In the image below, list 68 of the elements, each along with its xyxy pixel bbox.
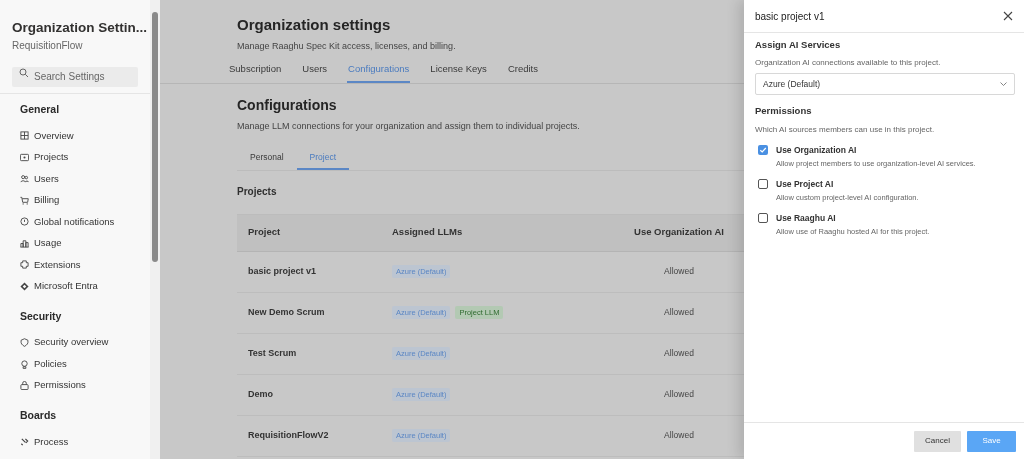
sidebar-item[interactable]: Extensions bbox=[20, 254, 130, 276]
table-cell-text: basic project v1 bbox=[247, 264, 318, 278]
section-heading: Permissions bbox=[755, 104, 813, 119]
tab[interactable]: Personal bbox=[237, 146, 297, 170]
table-title: Projects bbox=[237, 184, 278, 199]
ai-service-dropdown[interactable]: Azure (Default) bbox=[755, 73, 1015, 96]
sidebar-item[interactable]: Policies bbox=[20, 353, 130, 375]
section-heading: Security bbox=[20, 309, 63, 324]
page-title: Organization settings bbox=[237, 15, 392, 35]
tab[interactable]: Subscription bbox=[228, 57, 283, 83]
sidebar-item[interactable]: Security overview bbox=[20, 331, 130, 354]
chevron-down-icon bbox=[1000, 82, 1007, 87]
clock-icon bbox=[20, 217, 29, 227]
diamond-icon bbox=[20, 281, 29, 291]
cart-icon bbox=[20, 195, 29, 205]
people-icon bbox=[20, 174, 29, 184]
sidebar-item[interactable]: Overview bbox=[20, 125, 130, 147]
section-description: Organization AI connections available to this project. bbox=[755, 57, 942, 70]
option-label: Use Project AI bbox=[776, 177, 835, 191]
organization-name: RequisitionFlow bbox=[11, 39, 84, 54]
tab[interactable]: Users bbox=[301, 57, 329, 83]
table-cell-text: Allowed bbox=[663, 265, 695, 278]
section-title: Configurations bbox=[237, 96, 338, 115]
close-icon[interactable] bbox=[1003, 11, 1013, 21]
sidebar-title: Organization Settin... bbox=[11, 19, 148, 37]
section-subtitle: Manage LLM connections for your organization and assign them to individual projects. bbox=[237, 120, 581, 133]
checkbox[interactable] bbox=[758, 212, 768, 223]
section-heading: Boards bbox=[20, 408, 58, 424]
bar-chart-icon bbox=[20, 238, 29, 248]
monitor-icon bbox=[20, 152, 29, 162]
lightbulb-icon bbox=[20, 359, 29, 369]
option-label: Use Organization AI bbox=[776, 143, 858, 157]
page-subtitle: Manage Raaghu Spec Kit access, licenses, and billing. bbox=[237, 39, 457, 53]
section-heading: Assign AI Services bbox=[755, 38, 842, 52]
sidebar-item[interactable]: Process bbox=[20, 431, 130, 453]
sidebar-item[interactable]: Billing bbox=[20, 189, 130, 211]
tab[interactable]: License Keys bbox=[429, 57, 488, 83]
option-label: Use Raaghu AI bbox=[776, 211, 837, 225]
checkbox[interactable] bbox=[758, 178, 768, 189]
section-heading: General bbox=[20, 102, 61, 118]
scrollbar[interactable] bbox=[150, 0, 160, 459]
table-cell-text: Demo bbox=[247, 387, 274, 401]
search-icon bbox=[19, 68, 29, 79]
checkbox[interactable] bbox=[758, 144, 768, 155]
table-cell-text: Allowed bbox=[663, 347, 695, 360]
sidebar-item[interactable]: Usage bbox=[20, 232, 130, 254]
grid-icon bbox=[20, 131, 29, 141]
table-cell-text: Test Scrum bbox=[247, 346, 298, 360]
table-cell-text: Allowed bbox=[663, 429, 695, 442]
column-header: Use Organization AI bbox=[633, 225, 725, 240]
sidebar-item[interactable]: Permissions bbox=[20, 374, 130, 397]
table-cell-text: RequisitionFlowV2 bbox=[247, 428, 330, 442]
tab[interactable]: Credits bbox=[506, 57, 539, 83]
sidebar-item[interactable]: Users bbox=[20, 168, 130, 190]
sidebar-item[interactable]: Global notifications bbox=[20, 211, 130, 233]
lock-icon bbox=[20, 381, 29, 390]
sidebar-item[interactable]: Microsoft Entra bbox=[20, 275, 130, 297]
panel-title: basic project v1 bbox=[755, 9, 825, 24]
table-cell-text: Allowed bbox=[663, 306, 695, 319]
search-field[interactable]: Search Settings bbox=[12, 66, 138, 87]
sidebar-item[interactable]: Projects bbox=[20, 146, 130, 168]
table-cell-text: New Demo Scrum bbox=[247, 305, 326, 319]
cancel-button[interactable]: Cancel bbox=[914, 430, 961, 452]
shield-icon bbox=[20, 338, 29, 347]
column-header: Assigned LLMs bbox=[392, 225, 464, 240]
section-description: Which AI sources members can use in this project. bbox=[755, 123, 936, 136]
table-cell-text: Allowed bbox=[663, 388, 695, 401]
column-header: Project bbox=[247, 225, 282, 240]
